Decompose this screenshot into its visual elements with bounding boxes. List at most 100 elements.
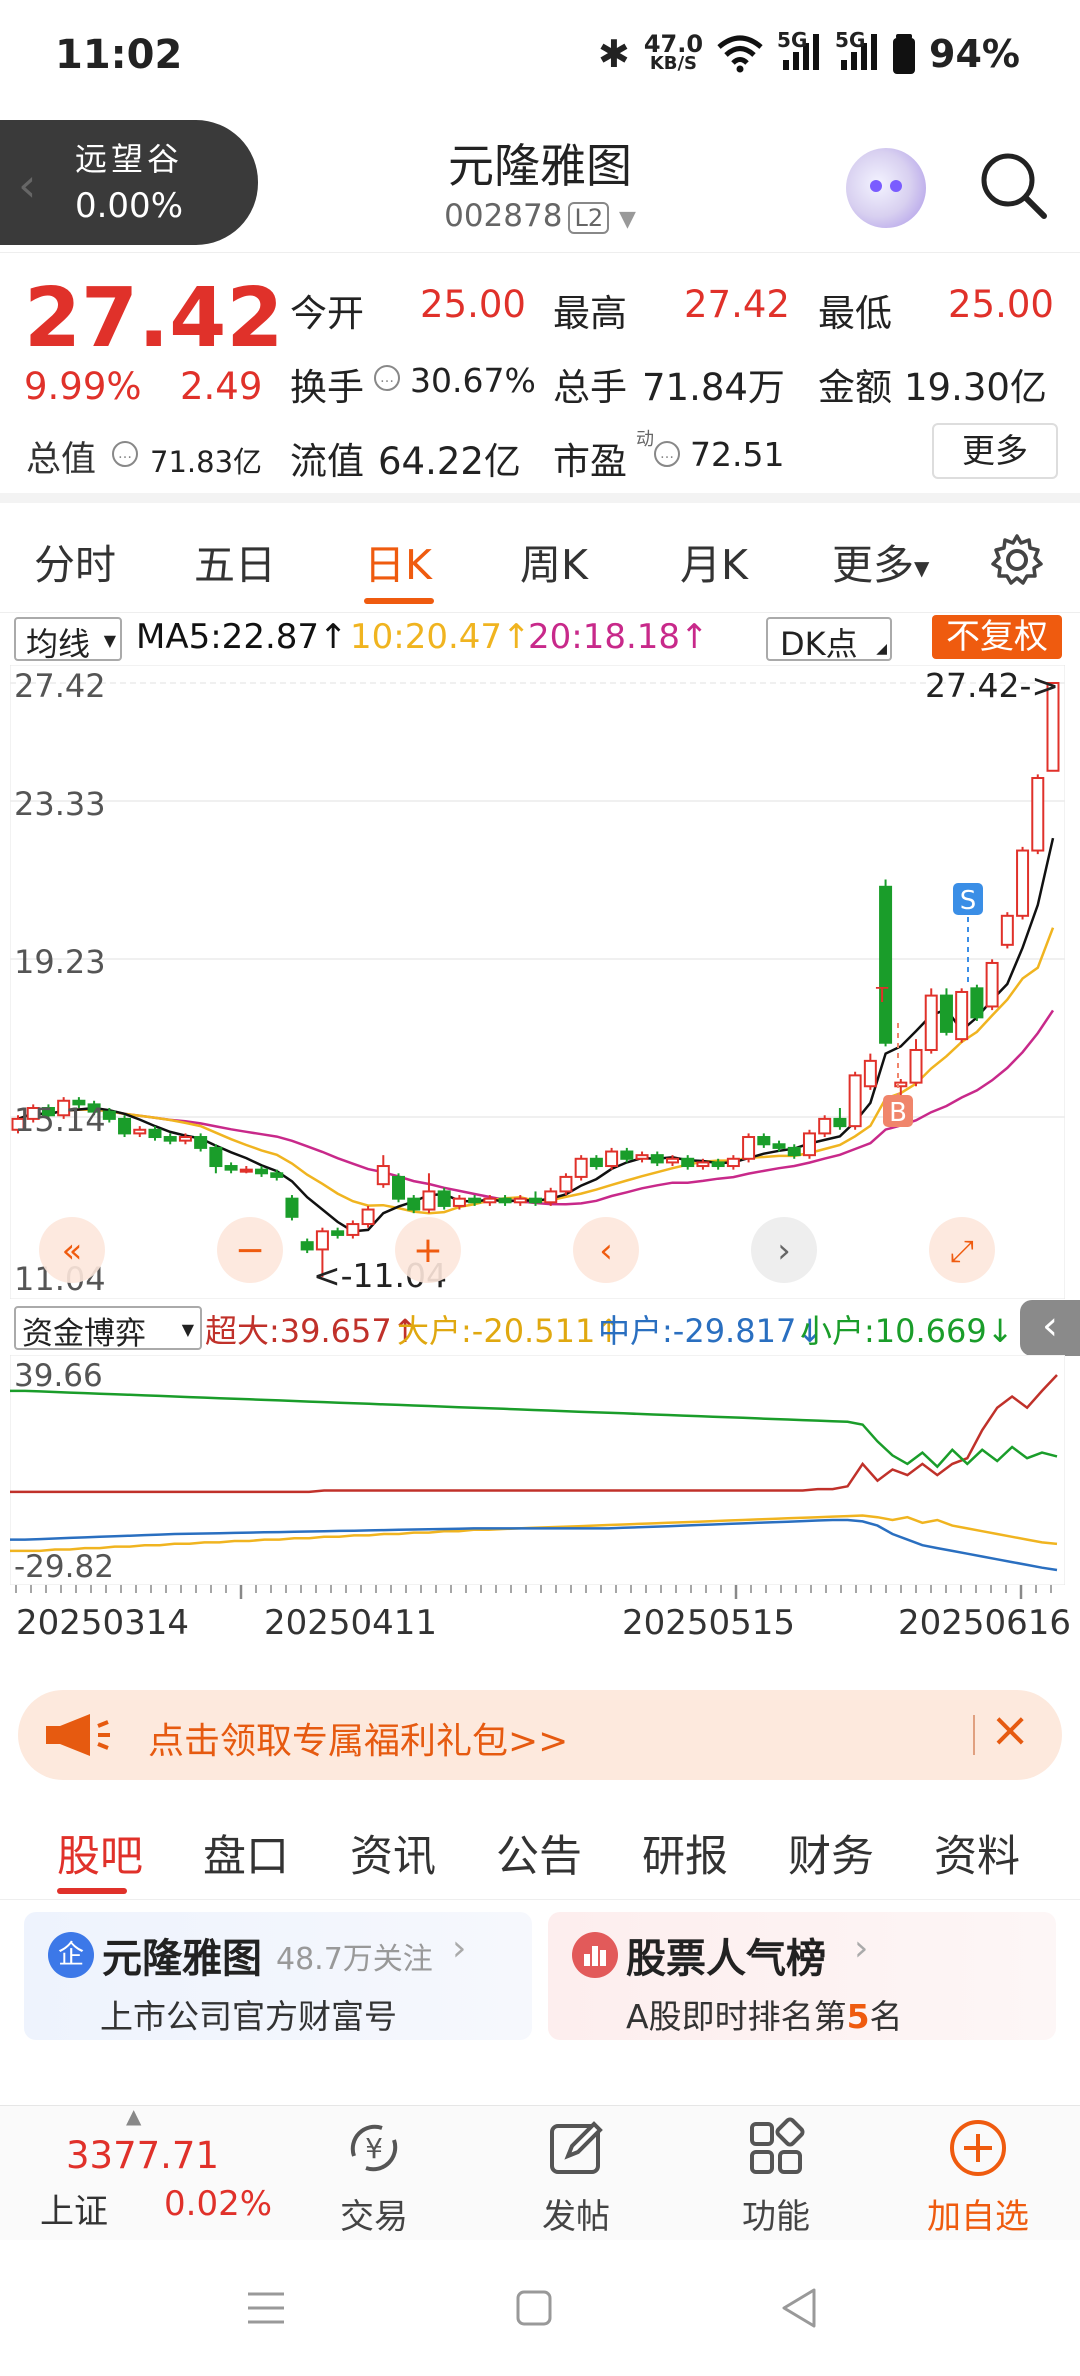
promo-banner[interactable]: 点击领取专属福利礼包>> ×	[18, 1690, 1062, 1780]
float-label: 流值	[290, 440, 364, 483]
pe-info-icon[interactable]: …	[654, 441, 680, 467]
tab-zhouk[interactable]: 周K	[520, 531, 588, 591]
candle-body	[894, 1081, 908, 1088]
float-value: 64.22亿	[378, 440, 521, 483]
candle-body	[133, 1128, 147, 1135]
more-button[interactable]: 更多	[932, 423, 1058, 479]
tab-more-label: 更多	[832, 541, 914, 589]
dk-point-button[interactable]: DK点 ◢	[766, 617, 892, 663]
y-tick-label: -29.82	[14, 1549, 114, 1585]
back-triangle-icon[interactable]	[778, 2286, 818, 2330]
amount-value: 19.30亿	[904, 366, 1047, 409]
candle-body	[452, 1197, 466, 1207]
up-arrow-icon: ↑	[680, 617, 709, 657]
close-icon[interactable]: ×	[990, 1702, 1030, 1758]
tab-yanbao[interactable]: 研报	[642, 1822, 728, 1884]
search-icon[interactable]	[978, 150, 1048, 220]
caret-down-icon: ▼	[103, 631, 116, 650]
candle-body	[331, 1230, 345, 1236]
turnover-info-icon[interactable]: …	[374, 365, 400, 391]
promo-divider	[973, 1715, 975, 1755]
company-official-card[interactable]: 企 元隆雅图 48.7万关注 › 上市公司官方财富号	[24, 1912, 532, 2040]
candle-body	[1031, 777, 1045, 852]
ma20-text: 20:18.18	[528, 617, 681, 657]
candle-body	[178, 1136, 192, 1142]
volume-value: 71.84万	[642, 366, 785, 409]
function-button[interactable]: 功能	[706, 2116, 846, 2238]
battery-icon	[893, 34, 916, 74]
tab-zixun[interactable]: 资讯	[350, 1822, 436, 1884]
ma-selector[interactable]: 均线 ▼	[14, 617, 122, 663]
large-text: 大户:-20.511	[397, 1312, 596, 1350]
turnover-label: 换手	[290, 366, 364, 409]
kline-chart[interactable]: 27.42 23.33 19.23 15.14 11.04 27.42-> <-…	[10, 665, 1065, 1299]
tab-yuek[interactable]: 月K	[680, 531, 748, 591]
candle-body	[1016, 849, 1030, 917]
dk-point-label: DK点	[780, 625, 858, 663]
tab-gonggao[interactable]: 公告	[496, 1822, 582, 1884]
y-tick-label: 27.42	[14, 667, 106, 705]
trade-button[interactable]: ¥ 交易	[304, 2116, 444, 2238]
mcap-value: 71.83亿	[150, 445, 263, 479]
edit-icon	[550, 2121, 603, 2174]
menu-icon[interactable]	[246, 2288, 286, 2328]
y-tick-label: 23.33	[14, 785, 106, 823]
post-label: 发帖	[542, 2197, 610, 2237]
candle-body	[209, 1146, 223, 1168]
candle-body	[802, 1132, 816, 1157]
candle-body	[955, 990, 969, 1041]
candle-body	[1000, 914, 1014, 946]
stock-code: 002878	[444, 198, 563, 234]
tab-more[interactable]: 更多▼	[832, 531, 929, 591]
candle-body	[726, 1157, 740, 1168]
tab-pankou[interactable]: 盘口	[203, 1822, 289, 1884]
expand-icon: ⤢	[950, 1234, 974, 1269]
date-axis: 20250314 20250411 20250515 20250616	[0, 1585, 1080, 1670]
dropdown-triangle-icon[interactable]: ▼	[619, 207, 636, 232]
ma10-text: 10:20.47	[350, 617, 503, 657]
candle-body	[696, 1161, 710, 1168]
ma10-value: 10:20.47↑	[350, 617, 531, 657]
settings-gear-icon[interactable]	[990, 533, 1044, 587]
tab-fenshi[interactable]: 分时	[34, 531, 116, 591]
candle-body	[772, 1143, 786, 1149]
candle-body	[711, 1161, 725, 1168]
grid-apps-icon	[750, 2117, 805, 2174]
candle-body	[544, 1190, 558, 1204]
ma-selector-label: 均线	[26, 625, 91, 663]
candle-body	[392, 1175, 406, 1200]
amount-label: 金额	[818, 366, 892, 409]
candle-body	[833, 1117, 847, 1128]
add-watchlist-button[interactable]: 加自选	[908, 2116, 1048, 2238]
assistant-robot-icon[interactable]	[846, 148, 926, 228]
indicator-selector[interactable]: 资金博弈 ▼	[14, 1306, 202, 1352]
candle-body	[970, 987, 984, 1019]
plus-icon: +	[413, 1230, 443, 1271]
popularity-rank-card[interactable]: 股票人气榜 › A股即时排名第5名	[548, 1912, 1056, 2040]
tab-wuri[interactable]: 五日	[194, 531, 276, 591]
corner-triangle-icon: ◢	[876, 641, 887, 657]
candle-body	[437, 1190, 451, 1207]
sh-index-value[interactable]: 3377.71	[66, 2134, 219, 2177]
company-card-subtitle: 上市公司官方财富号	[100, 1997, 397, 2036]
candle-body	[407, 1197, 421, 1211]
mcap-info-icon[interactable]: …	[112, 441, 138, 467]
tab-caiwu[interactable]: 财务	[788, 1822, 874, 1884]
down-arrow-icon: ↓	[986, 1312, 1014, 1350]
tab-ziliao[interactable]: 资料	[934, 1822, 1020, 1884]
rank-chart-icon	[572, 1932, 618, 1978]
chevron-right-icon: ›	[854, 1928, 869, 1969]
candle-body	[376, 1165, 390, 1186]
collapse-panel-button[interactable]: ‹	[1020, 1300, 1080, 1356]
candle-body	[148, 1128, 162, 1139]
fuquan-button[interactable]: 不复权	[932, 615, 1062, 659]
chevron-right-icon: ›	[452, 1928, 467, 1969]
tab-guba[interactable]: 股吧	[57, 1822, 143, 1884]
post-button[interactable]: 发帖	[506, 2116, 646, 2238]
pe-label: 市盈	[553, 440, 627, 483]
home-square-icon[interactable]	[514, 2288, 554, 2328]
tab-rik[interactable]: 日K	[364, 531, 432, 591]
fund-flow-chart[interactable]: 39.66 -29.82	[10, 1355, 1065, 1585]
candle-body	[924, 994, 938, 1051]
candle-body	[224, 1165, 238, 1171]
